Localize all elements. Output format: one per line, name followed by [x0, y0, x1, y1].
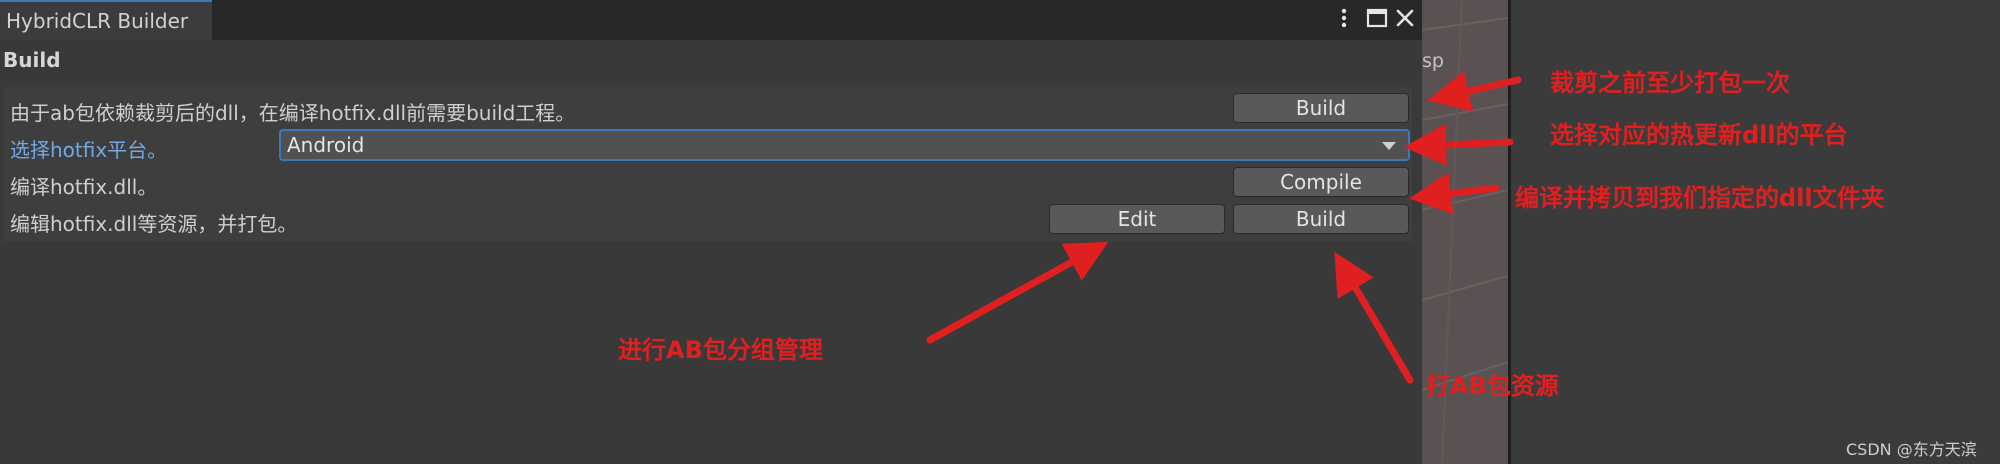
tab-bar: HybridCLR Builder	[0, 0, 1422, 40]
platform-dropdown[interactable]: Android	[279, 129, 1410, 161]
build-assetbundle-button[interactable]: Build	[1233, 204, 1409, 234]
close-icon[interactable]	[1393, 6, 1417, 30]
annotation-compile-copy: 编译并拷贝到我们指定的dll文件夹	[1515, 184, 1885, 212]
row-label-build-project: 由于ab包依赖裁剪后的dll，在编译hotfix.dll前需要build工程。	[10, 101, 576, 125]
compile-button[interactable]: Compile	[1233, 167, 1409, 197]
annotation-build-before-strip: 裁剪之前至少打包一次	[1550, 69, 1790, 97]
row-label-edit-build-assets: 编辑hotfix.dll等资源，并打包。	[10, 212, 298, 236]
annotation-select-platform: 选择对应的热更新dll的平台	[1550, 121, 1848, 149]
row-label-select-platform: 选择hotfix平台。	[10, 138, 168, 162]
annotation-ab-group-manage: 进行AB包分组管理	[618, 336, 823, 364]
build-project-button[interactable]: Build	[1233, 93, 1409, 123]
hybridclr-builder-window: HybridCLR Builder Build 由于ab包依赖裁剪后的dll，在…	[0, 0, 1422, 464]
annotation-build-ab-assets: 打AB包资源	[1426, 372, 1559, 400]
strip-label: sp	[1422, 50, 1444, 72]
section-title-build: Build	[3, 48, 61, 72]
tab-hybridclr-builder[interactable]: HybridCLR Builder	[0, 0, 212, 40]
chevron-down-icon	[1382, 142, 1396, 150]
row-label-compile-dll: 编译hotfix.dll。	[10, 175, 158, 199]
more-vertical-icon[interactable]	[1332, 6, 1356, 30]
platform-dropdown-value: Android	[287, 133, 365, 157]
maximize-icon[interactable]	[1365, 6, 1389, 30]
edit-button[interactable]: Edit	[1049, 204, 1225, 234]
watermark: CSDN @东方天滨	[1846, 440, 1977, 459]
